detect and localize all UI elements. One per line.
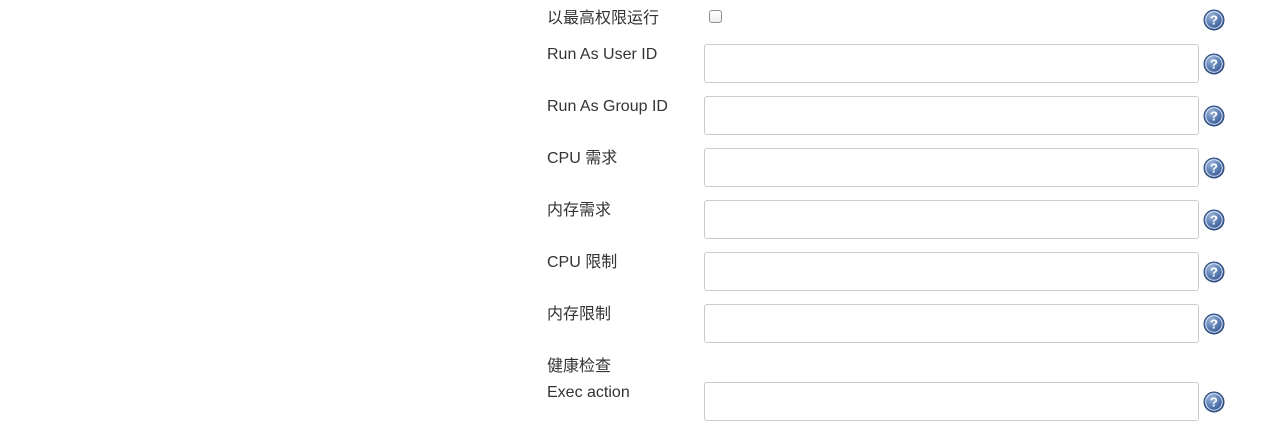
run-as-user-id-input[interactable]: [704, 44, 1199, 83]
run-as-group-id-input[interactable]: [704, 96, 1199, 135]
memory-request-input[interactable]: [704, 200, 1199, 239]
health-check-section-label: 健康检查: [547, 358, 612, 375]
memory-limit-input[interactable]: [704, 304, 1199, 343]
memory-request-label: 内存需求: [547, 202, 612, 219]
help-icon[interactable]: [1203, 53, 1225, 75]
exec-action-input[interactable]: [704, 382, 1199, 421]
memory-limit-label: 内存限制: [547, 306, 612, 323]
exec-action-label: Exec action: [547, 384, 630, 401]
cpu-limit-label: CPU 限制: [547, 254, 618, 271]
help-icon[interactable]: [1203, 261, 1225, 283]
run-as-group-id-label: Run As Group ID: [547, 98, 668, 115]
help-icon[interactable]: [1203, 391, 1225, 413]
cpu-request-label: CPU 需求: [547, 150, 618, 167]
help-icon[interactable]: [1203, 105, 1225, 127]
help-icon[interactable]: [1203, 157, 1225, 179]
cpu-request-input[interactable]: [704, 148, 1199, 187]
run-as-user-id-label: Run As User ID: [547, 46, 658, 63]
run-privileged-label: 以最高权限运行: [547, 10, 660, 27]
help-icon[interactable]: [1203, 9, 1225, 31]
help-icon[interactable]: [1203, 313, 1225, 335]
help-icon[interactable]: [1203, 209, 1225, 231]
run-privileged-checkbox[interactable]: [709, 10, 722, 23]
config-form: 以最高权限运行 Run As User ID Run As Group ID C…: [0, 0, 1269, 429]
cpu-limit-input[interactable]: [704, 252, 1199, 291]
